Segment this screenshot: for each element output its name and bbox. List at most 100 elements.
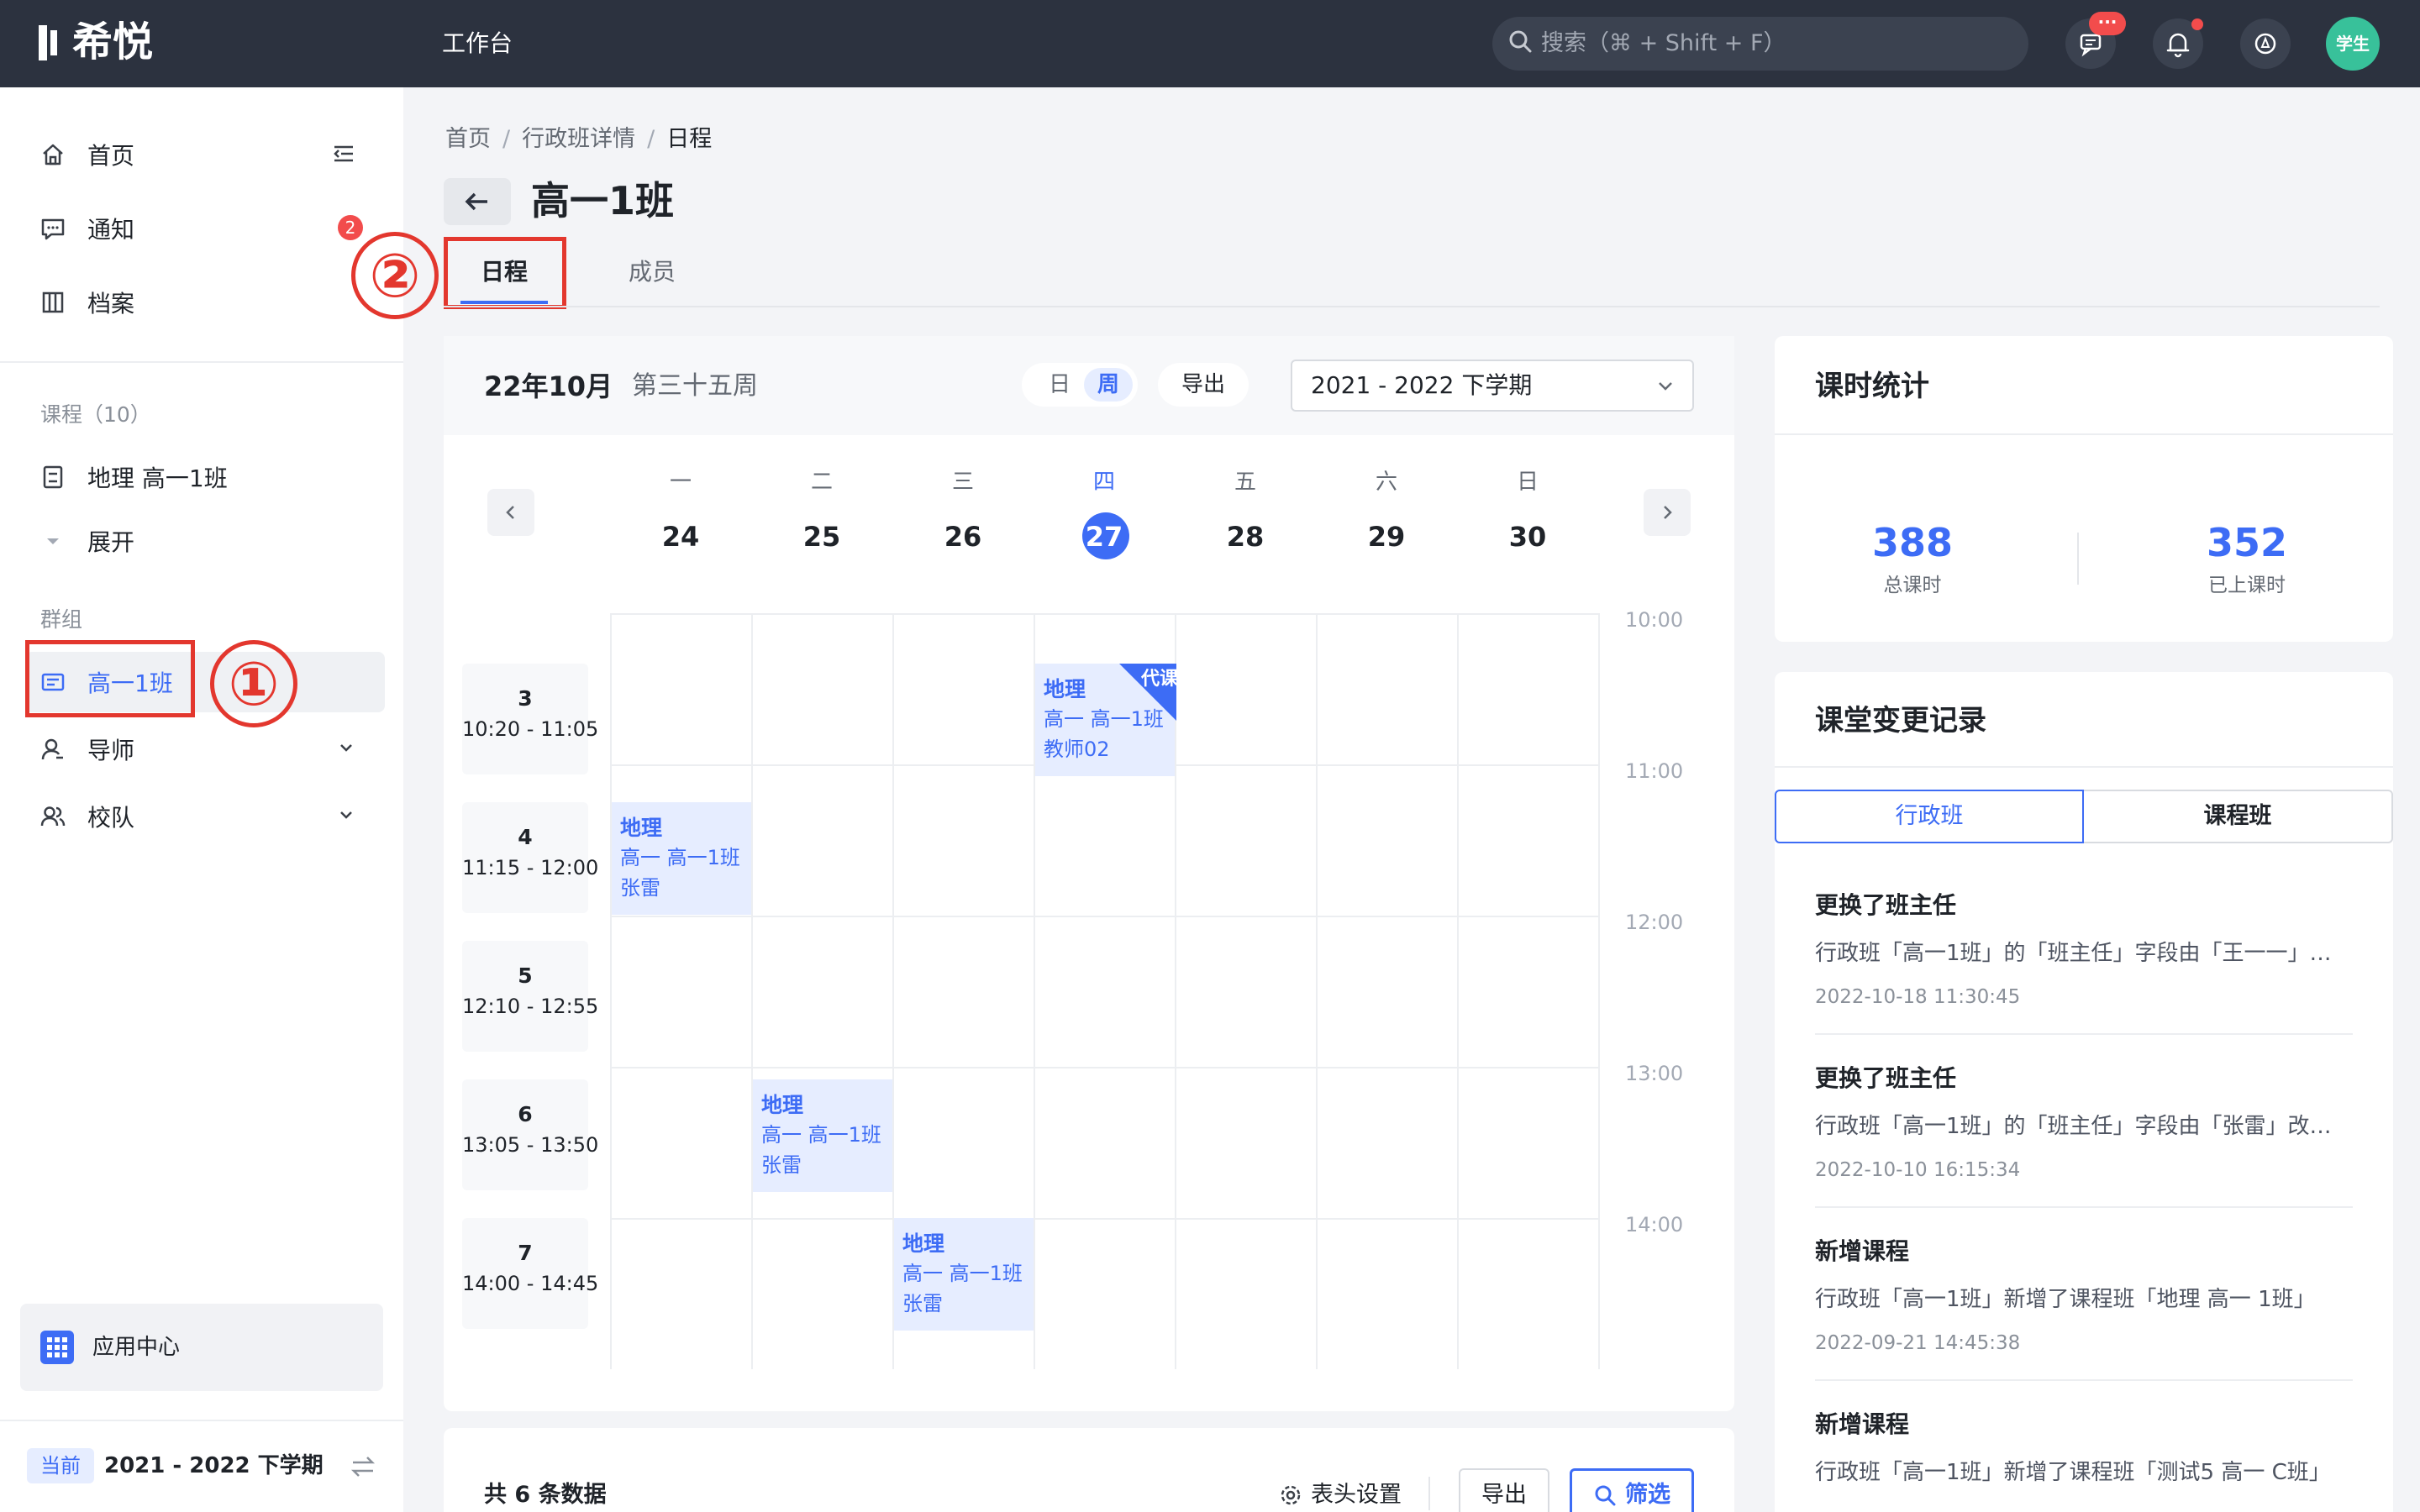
sidebar-item-team[interactable]: 校队 — [39, 798, 134, 835]
chevron-down-icon[interactable] — [334, 736, 358, 759]
breadcrumb-home[interactable]: 首页 — [445, 126, 491, 152]
period-time: 12:10 - 12:55 — [462, 995, 599, 1018]
next-week-button[interactable] — [1644, 489, 1691, 536]
schedule-event[interactable]: 地理 高一 高一1班 张雷 — [612, 802, 751, 915]
change-log-detail: 行政班「高一1班」新增了课程班「测试5 高一 C班」 — [1815, 1460, 2331, 1485]
courses-section-label: 课程（10） — [40, 402, 151, 427]
view-day-button[interactable]: 日 — [1039, 368, 1081, 402]
day-of-week: 六 — [1375, 470, 1397, 495]
day-of-week: 二 — [810, 470, 833, 495]
sidebar-divider — [0, 361, 403, 363]
total-hours-label: 总课时 — [1883, 575, 1942, 596]
change-log-detail: 行政班「高一1班」的「班主任」字段由「张雷」改为「王一一」 — [1815, 1114, 2353, 1139]
prev-week-button[interactable] — [487, 489, 534, 536]
sidebar-expand-toggle[interactable]: 展开 — [39, 522, 134, 559]
filter-label: 筛选 — [1625, 1482, 1670, 1508]
chevron-right-icon — [1664, 506, 1672, 519]
change-log-divider — [1775, 766, 2393, 768]
stats-separator — [2077, 533, 2079, 585]
archive-icon — [39, 288, 67, 317]
collapse-sidebar-icon[interactable] — [331, 141, 356, 166]
change-log-time: 2022-09-21 14:45:38 — [1815, 1332, 2021, 1354]
event-teacher: 张雷 — [761, 1153, 802, 1177]
column-settings-button[interactable]: 表头设置 — [1279, 1478, 1402, 1512]
book-icon — [39, 463, 67, 491]
event-class: 高一 高一1班 — [620, 846, 740, 869]
sidebar-bottom-divider — [0, 1420, 403, 1421]
page-title: 高一1班 — [531, 178, 675, 223]
toolbar-divider — [1428, 1477, 1430, 1510]
user-avatar[interactable]: 学生 — [2326, 17, 2380, 71]
search-placeholder: 搜索（⌘ + Shift + F） — [1541, 30, 1786, 56]
sidebar-item-notice[interactable]: 通知 — [39, 210, 134, 247]
change-log-item: 新增课程 行政班「高一1班」新增了课程班「地理 高一 1班」 2022-09-21 … — [1815, 1235, 2353, 1357]
search-icon — [1507, 29, 1533, 54]
view-week-button[interactable]: 周 — [1084, 368, 1133, 402]
table-export-button[interactable]: 导出 — [1459, 1468, 1549, 1512]
chevron-down-icon[interactable] — [334, 803, 358, 827]
app-center-label: 应用中心 — [92, 1335, 181, 1360]
sidebar-item-label: 地理 高一1班 — [87, 465, 228, 492]
notification-dot — [2191, 18, 2203, 30]
swap-term-icon[interactable] — [350, 1453, 376, 1480]
schedule-event[interactable]: 地理 高一 高一1班 张雷 — [894, 1218, 1034, 1331]
annotation-number-2: ② — [351, 232, 439, 319]
period-number: 4 — [518, 825, 533, 849]
sidebar-item-label: 校队 — [87, 804, 135, 832]
day-of-week: 一 — [669, 470, 692, 495]
change-log-detail: 行政班「高一1班」新增了课程班「地理 高一 1班」 — [1815, 1287, 2316, 1312]
change-log-separator — [1815, 1379, 2353, 1381]
day-number[interactable]: 27 — [1034, 516, 1175, 558]
filter-button[interactable]: 筛选 — [1570, 1468, 1694, 1512]
search-icon — [1595, 1485, 1616, 1506]
app-center-button[interactable] — [20, 1304, 383, 1391]
sidebar-item-course[interactable]: 地理 高一1班 — [39, 459, 228, 496]
schedule-event[interactable]: 地理高一 高一1班 张雷 — [753, 1079, 892, 1192]
change-log-title: 课堂变更记录 — [1815, 704, 1986, 738]
back-button[interactable] — [444, 178, 511, 225]
day-number[interactable]: 28 — [1175, 516, 1316, 558]
completed-hours-label: 已上课时 — [2208, 575, 2286, 596]
day-number[interactable]: 29 — [1316, 516, 1457, 558]
day-number[interactable]: 30 — [1457, 516, 1598, 558]
chevron-left-icon — [506, 506, 514, 519]
term-select-value: 2021 - 2022 下学期 — [1311, 371, 1533, 399]
tab-active-indicator — [460, 301, 548, 304]
compass-icon — [2254, 33, 2276, 55]
breadcrumb-class-detail[interactable]: 行政班详情 — [522, 126, 635, 152]
apps-button[interactable] — [2240, 18, 2291, 69]
day-of-week: 四 — [1092, 470, 1115, 495]
sidebar-item-home[interactable]: 首页 — [39, 136, 134, 173]
sidebar-item-label: 通知 — [87, 216, 135, 244]
segment-admin-class[interactable]: 行政班 — [1775, 790, 2084, 843]
sidebar-item-mentor[interactable]: 导师 — [39, 731, 134, 768]
tab-members[interactable]: 成员 — [629, 255, 676, 289]
tab-schedule[interactable]: 日程 — [481, 255, 528, 289]
event-class: 高一 高一1班 — [761, 1123, 881, 1147]
sidebar-item-label: 档案 — [87, 290, 135, 318]
nav-title[interactable]: 工作台 — [442, 27, 513, 60]
home-icon — [39, 140, 67, 169]
segment-course-class[interactable]: 课程班 — [2084, 790, 2393, 843]
event-class: 高一 高一1班 — [902, 1262, 1023, 1285]
event-teacher: 张雷 — [902, 1292, 943, 1315]
change-log-heading: 新增课程 — [1815, 1410, 1910, 1438]
breadcrumb: 首页 / 行政班详情 / 日程 — [445, 126, 713, 152]
event-title: 地理 — [761, 1093, 804, 1117]
day-number[interactable]: 24 — [610, 516, 751, 558]
calendar-week-label: 第三十五周 — [632, 371, 758, 401]
period-time: 13:05 - 13:50 — [462, 1133, 599, 1157]
calendar-export-button[interactable]: 导出 — [1158, 363, 1249, 407]
change-log-item: 新增课程行政班「高一1班」新增了课程班「测试5 高一 C班」 — [1815, 1408, 2353, 1488]
day-of-week: 日 — [1516, 470, 1539, 495]
period-label: 6 13:05 - 13:50 — [462, 1079, 599, 1190]
team-icon — [39, 802, 67, 831]
change-log-item: 更换了班主任行政班「高一1班」的「班主任」字段由「王一一」改为「张雷」 2022-… — [1815, 889, 2353, 1011]
logo-text: 希悦 — [72, 18, 154, 66]
sidebar-item-archive[interactable]: 档案 — [39, 284, 134, 321]
day-number[interactable]: 26 — [892, 516, 1034, 558]
change-log-heading: 更换了班主任 — [1815, 891, 1957, 919]
day-number[interactable]: 25 — [751, 516, 892, 558]
tab-divider — [444, 306, 2380, 307]
current-term-badge: 当前 — [27, 1448, 94, 1483]
